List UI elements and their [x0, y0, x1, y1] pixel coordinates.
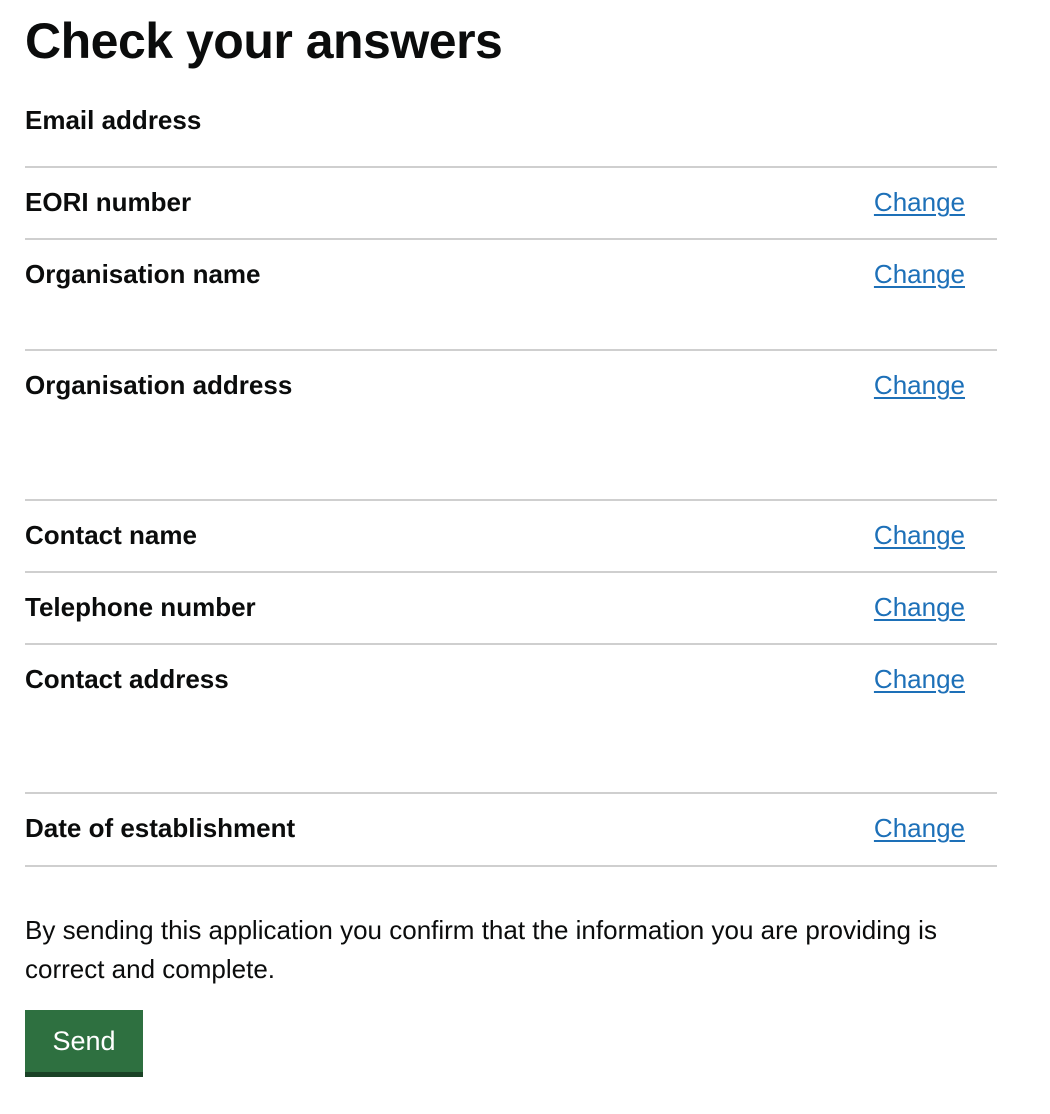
change-eori-link[interactable]: Change: [874, 186, 965, 218]
summary-row-contact-address: Contact address Change: [25, 645, 997, 794]
summary-key-contact-name: Contact name: [25, 520, 197, 550]
summary-key-organisation-address: Organisation address: [25, 370, 293, 400]
summary-row-eori: EORI number Change: [25, 168, 997, 240]
summary-key-telephone-number: Telephone number: [25, 592, 256, 622]
change-telephone-number-link[interactable]: Change: [874, 591, 965, 623]
summary-row-organisation-name: Organisation name Change: [25, 240, 997, 351]
summary-list: Email address EORI number Change Organis…: [25, 84, 997, 867]
summary-row-telephone-number: Telephone number Change: [25, 573, 997, 645]
change-organisation-name-link[interactable]: Change: [874, 258, 965, 290]
confirmation-text: By sending this application you confirm …: [25, 915, 937, 984]
summary-key-email: Email address: [25, 105, 202, 135]
summary-key-eori: EORI number: [25, 187, 192, 217]
summary-row-email: Email address: [25, 84, 997, 168]
send-button[interactable]: Send: [25, 1010, 143, 1072]
change-contact-address-link[interactable]: Change: [874, 663, 965, 695]
change-date-of-establishment-link[interactable]: Change: [874, 812, 965, 844]
summary-key-contact-address: Contact address: [25, 664, 229, 694]
check-answers-page: Check your answers Email address EORI nu…: [25, 0, 997, 1072]
page-title: Check your answers: [25, 13, 503, 69]
change-organisation-address-link[interactable]: Change: [874, 369, 965, 401]
summary-row-contact-name: Contact name Change: [25, 501, 997, 573]
summary-key-date-of-establishment: Date of establishment: [25, 813, 296, 843]
summary-row-organisation-address: Organisation address Change: [25, 351, 997, 501]
summary-row-date-of-establishment: Date of establishment Change: [25, 794, 997, 867]
change-contact-name-link[interactable]: Change: [874, 519, 965, 551]
summary-key-organisation-name: Organisation name: [25, 259, 261, 289]
